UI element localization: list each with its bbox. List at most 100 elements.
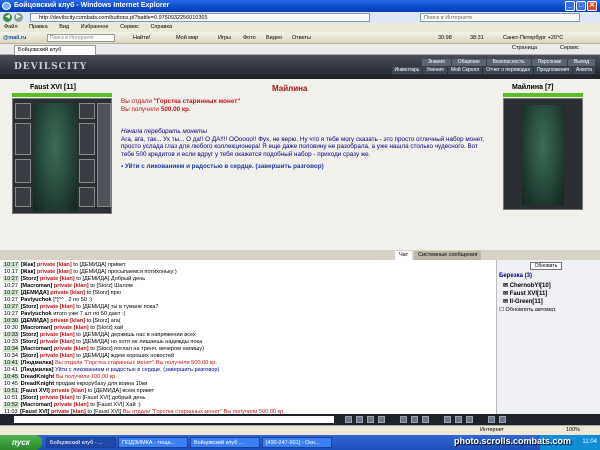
chat-button-icon[interactable]	[345, 416, 352, 423]
slot-helmet[interactable]	[15, 103, 31, 119]
close-button[interactable]: ✕	[587, 1, 597, 11]
chat-button-icon[interactable]	[444, 416, 451, 423]
toolbar-my-world[interactable]: Мой мир	[176, 32, 198, 44]
nav-transfers[interactable]: Отчет о переводах	[483, 67, 533, 74]
chat-author[interactable]: [Жак]	[21, 269, 36, 275]
maximize-button[interactable]: □	[576, 1, 586, 11]
auto-refresh[interactable]: ☐ Обновлять автомат.	[499, 307, 556, 313]
chat-author[interactable]: DreadKnight	[21, 374, 55, 380]
chat-author[interactable]: Pavlyuchok	[21, 311, 52, 317]
chat-author[interactable]: [Storz]	[21, 304, 39, 310]
mailru-logo[interactable]: @mail.ru	[3, 32, 26, 44]
refresh-button[interactable]: Обновить	[530, 262, 562, 270]
chat-author[interactable]: [Людмилка]	[21, 367, 54, 373]
chat-author[interactable]: [Macroman]	[21, 402, 53, 408]
chat-recipient[interactable]: to [ДЕМИДА]	[76, 304, 109, 310]
nav-knowledge[interactable]: Знания	[421, 59, 451, 66]
chat-recipient[interactable]: to [Storz]	[87, 318, 109, 324]
chat-recipient[interactable]: to [ДЕМИДА]	[76, 339, 109, 345]
chat-button-icon[interactable]	[455, 416, 462, 423]
slot-gloves[interactable]	[79, 159, 95, 183]
nav-exit[interactable]: Выход	[568, 59, 595, 66]
chat-button-icon[interactable]	[411, 416, 418, 423]
nav-skills[interactable]: Умения	[423, 67, 447, 74]
chat-author[interactable]: [Людмилка]	[21, 360, 54, 366]
back-icon[interactable]: ◀	[3, 13, 12, 22]
address-bar[interactable]: http://devilscity.combats.com/buttons.pl…	[30, 13, 370, 22]
slot-shield[interactable]	[79, 123, 95, 155]
chat-recipient[interactable]: to [ДЕМИДА]	[73, 262, 106, 268]
online-user[interactable]: ✉ Il-Green[11]	[503, 298, 543, 305]
chat-author[interactable]: [Storz]	[21, 339, 39, 345]
chat-author[interactable]: [Faust XVI]	[21, 388, 50, 394]
menu-help[interactable]: Справка	[150, 24, 172, 30]
nav-profile[interactable]: Анкета	[573, 67, 595, 74]
player-name[interactable]: Faust XVI [11]	[30, 84, 76, 91]
chat-author[interactable]: DreadKnight	[21, 381, 55, 387]
page-menu[interactable]: Страница	[512, 45, 537, 51]
service-menu[interactable]: Сервис	[560, 45, 579, 51]
toolbar-search-input[interactable]: Поиск в Интернете	[47, 34, 115, 42]
chat-author[interactable]: [ДЕМИДА]	[21, 290, 49, 296]
slot-belt[interactable]	[15, 187, 31, 207]
zoom-level[interactable]: 100%	[566, 426, 580, 435]
task-button[interactable]: [490-247-901] - Окн...	[262, 437, 332, 448]
chat-button-icon[interactable]	[367, 416, 374, 423]
chat-recipient[interactable]: to [ДЕМИДА]	[76, 353, 109, 359]
chat-recipient[interactable]: to [ДЕМИДА]	[73, 269, 106, 275]
dialog-answer-link[interactable]: ▪ Уйти с ликованием и радостью в сердце.…	[121, 163, 324, 170]
toolbar-answers[interactable]: Ответы	[292, 32, 311, 44]
chat-button-icon[interactable]	[356, 416, 363, 423]
nav-character[interactable]: Персонаж	[531, 59, 568, 66]
slot-amulet[interactable]	[79, 103, 95, 119]
toolbar-weather[interactable]: Санкт-Петербург +20°C	[503, 32, 563, 44]
chat-recipient[interactable]: to [Storz]	[90, 325, 112, 331]
browser-tab[interactable]: Бойцовский клуб	[14, 45, 96, 55]
menu-favorites[interactable]: Избранное	[81, 24, 109, 30]
online-user[interactable]: ✉ Faust XVI[11]	[503, 290, 547, 297]
menu-edit[interactable]: Правка	[29, 24, 48, 30]
nav-chat[interactable]: Общение	[451, 59, 486, 66]
npc-name[interactable]: Майлина [7]	[512, 84, 554, 91]
tab-chat[interactable]: Чат	[395, 251, 413, 260]
chat-recipient[interactable]: to [Storz]	[90, 346, 112, 352]
chat-recipient[interactable]: to [Storz]	[90, 283, 112, 289]
forward-icon[interactable]: ▶	[14, 13, 23, 22]
slot-armor[interactable]	[15, 159, 31, 183]
chat-button-icon[interactable]	[499, 416, 506, 423]
menu-file[interactable]: Файл	[4, 24, 18, 30]
chat-author[interactable]: [Storz]	[21, 332, 39, 338]
search-input[interactable]: Поиск в Интернете	[420, 13, 580, 22]
task-button[interactable]: Бойцовский клуб - ...	[46, 437, 116, 448]
slot-boots[interactable]	[79, 187, 95, 207]
chat-author[interactable]: [Macroman]	[21, 325, 53, 331]
chat-button-icon[interactable]	[466, 416, 473, 423]
game-logo[interactable]: DEVILSCITY	[14, 62, 87, 72]
chat-recipient[interactable]: to [ДЕМИДА]	[76, 332, 109, 338]
online-user[interactable]: ✉ ChernobYl[10]	[503, 282, 551, 289]
chat-author[interactable]: [Storz]	[21, 353, 39, 359]
toolbar-video[interactable]: Видео	[266, 32, 282, 44]
tab-system-messages[interactable]: Системные сообщения	[414, 251, 482, 260]
chat-author[interactable]: Pavlyuchok	[21, 297, 52, 303]
task-button[interactable]: ПОДЗИМКА - теща...	[118, 437, 188, 448]
chat-button-icon[interactable]	[400, 416, 407, 423]
start-button[interactable]: пуск	[0, 435, 42, 450]
nav-my-scroll[interactable]: Мой Скролл	[447, 67, 483, 74]
slot-weapon[interactable]	[15, 123, 31, 155]
chat-button-icon[interactable]	[422, 416, 429, 423]
menu-view[interactable]: Вид	[59, 24, 69, 30]
chat-recipient[interactable]: to [Faust XVI]	[76, 395, 110, 401]
nav-suggestions[interactable]: Предложения	[533, 67, 573, 74]
minimize-button[interactable]: _	[565, 1, 575, 11]
chat-author[interactable]: [Storz]	[21, 276, 39, 282]
chat-author[interactable]: [Macroman]	[21, 346, 53, 352]
chat-button-icon[interactable]	[378, 416, 385, 423]
chat-recipient[interactable]: to [Faust XVI]	[90, 402, 124, 408]
chat-recipient[interactable]: to [ДЕМИДА]	[76, 276, 109, 282]
chat-recipient[interactable]: to [Storz]	[87, 290, 109, 296]
nav-inventory[interactable]: Инвентарь	[391, 67, 423, 74]
toolbar-games[interactable]: Игры	[218, 32, 231, 44]
chat-author[interactable]: [Macroman]	[21, 283, 53, 289]
menu-tools[interactable]: Сервис	[120, 24, 139, 30]
